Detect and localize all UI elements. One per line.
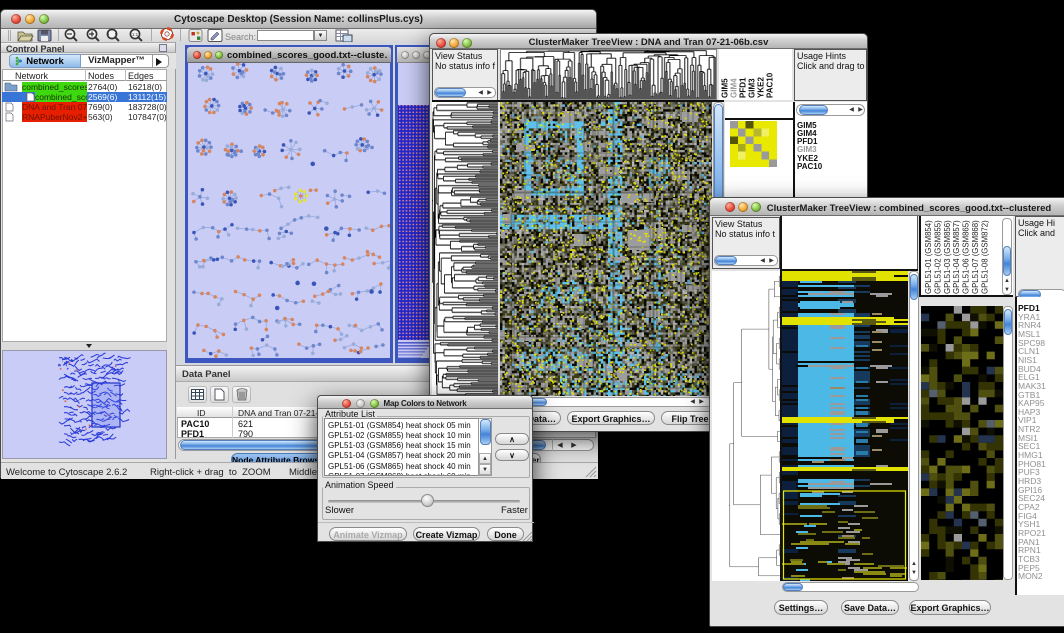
svg-text:GPL51-06 (GSM865): GPL51-06 (GSM865) — [962, 220, 971, 294]
svg-text:GIM5: GIM5 — [721, 78, 730, 98]
svg-text:GPL51-01 (GSM854): GPL51-01 (GSM854) — [924, 220, 933, 294]
svg-text:YKE2: YKE2 — [757, 77, 766, 98]
svg-text:GIM4: GIM4 — [730, 78, 739, 98]
svg-text:GPL51-08 (GSM872): GPL51-08 (GSM872) — [980, 220, 989, 294]
svg-text:1:1: 1:1 — [132, 32, 139, 37]
svg-text:PAC10: PAC10 — [766, 72, 775, 98]
svg-text:GPL51-07 (GSM868): GPL51-07 (GSM868) — [971, 220, 980, 294]
svg-text:GIM3: GIM3 — [748, 78, 757, 98]
svg-text:GPL51-02 (GSM855): GPL51-02 (GSM855) — [933, 220, 942, 294]
svg-text:PFD1: PFD1 — [739, 77, 748, 98]
svg-text:GPL51-03 (GSM856): GPL51-03 (GSM856) — [943, 220, 952, 294]
svg-text:GPL51-04 (GSM857): GPL51-04 (GSM857) — [952, 220, 961, 294]
